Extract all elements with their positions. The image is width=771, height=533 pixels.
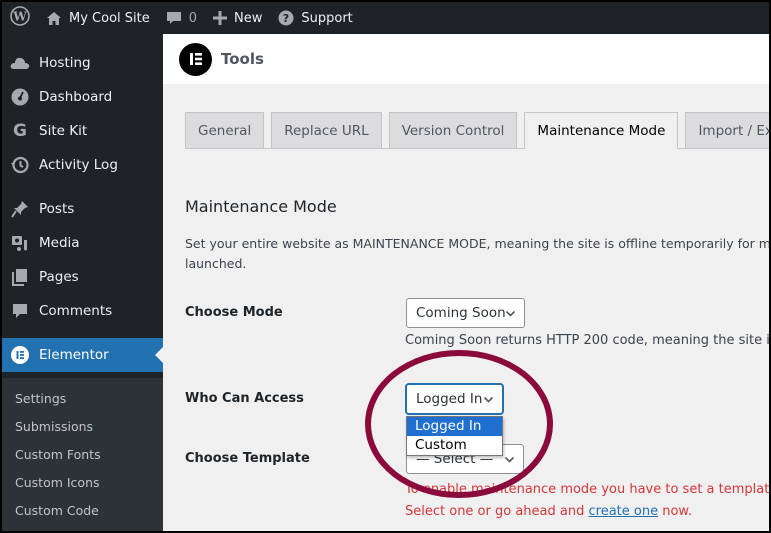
sidebar-item-comments[interactable]: Comments (2, 294, 163, 328)
support-link[interactable]: ? Support (270, 2, 360, 34)
comments-link[interactable]: 0 (158, 2, 205, 34)
sidebar-item-activity-log[interactable]: Activity Log (2, 148, 163, 182)
description-line: launched. (185, 256, 247, 271)
submenu-item-custom-fonts[interactable]: Custom Fonts (2, 440, 163, 468)
error-text: Select one or go ahead and (405, 504, 589, 519)
tab-maintenance-mode[interactable]: Maintenance Mode (524, 112, 679, 149)
wordpress-icon: W (10, 6, 30, 30)
pin-icon (10, 199, 30, 219)
sidebar-item-pages[interactable]: Pages (2, 260, 163, 294)
sidebar-item-elementor[interactable]: Elementor (2, 338, 163, 372)
tab-import-export[interactable]: Import / Export (685, 112, 769, 148)
cloud-icon (10, 53, 30, 73)
sidebar-item-label: Site Kit (39, 123, 88, 139)
section-description: Set your entire website as MAINTENANCE M… (185, 234, 769, 274)
who-can-access-dropdown: Logged In Custom (406, 416, 503, 456)
submenu-item-settings[interactable]: Settings (2, 384, 163, 412)
help-icon: ? (278, 10, 294, 26)
menu-separator (2, 182, 163, 192)
who-can-access-label: Who Can Access (185, 391, 304, 406)
media-icon (10, 233, 30, 253)
sidebar-item-label: Hosting (39, 55, 91, 71)
submenu-item-custom-icons[interactable]: Custom Icons (2, 468, 163, 496)
choose-mode-select[interactable]: Coming Soon (406, 298, 525, 328)
template-error-line2: Select one or go ahead and create one no… (405, 504, 692, 519)
home-icon (46, 11, 62, 26)
page-header: Tools (163, 34, 769, 84)
elementor-submenu: Settings Submissions Custom Fonts Custom… (2, 378, 163, 531)
sidebar-item-media[interactable]: Media (2, 226, 163, 260)
section-title: Maintenance Mode (185, 197, 337, 216)
elementor-logo-icon (179, 42, 212, 76)
chevron-down-icon (483, 393, 494, 409)
svg-text:?: ? (283, 12, 289, 25)
sidebar-item-label: Comments (39, 303, 113, 319)
choose-template-label: Choose Template (185, 451, 310, 466)
comment-icon (10, 301, 30, 321)
tab-replace-url[interactable]: Replace URL (271, 112, 382, 148)
option-custom[interactable]: Custom (407, 436, 502, 455)
sidebar-item-label: Dashboard (39, 89, 113, 105)
submenu-item-custom-code[interactable]: Custom Code (2, 496, 163, 524)
chevron-down-icon (504, 453, 515, 469)
sidebar-item-hosting[interactable]: Hosting (2, 46, 163, 80)
sidebar-item-posts[interactable]: Posts (2, 192, 163, 226)
option-logged-in[interactable]: Logged In (407, 417, 502, 436)
chevron-down-icon (505, 307, 516, 323)
new-content-link[interactable]: New (205, 2, 270, 34)
menu-separator (2, 328, 163, 338)
create-one-link[interactable]: create one (588, 504, 658, 519)
sidebar-item-label: Media (39, 235, 80, 251)
wp-logo-button[interactable]: W (2, 2, 38, 34)
dashboard-icon (10, 87, 30, 107)
tab-general[interactable]: General (185, 112, 265, 148)
who-can-access-value: Logged In (416, 391, 483, 407)
svg-text:W: W (12, 10, 27, 24)
history-icon (10, 155, 30, 175)
who-can-access-select[interactable]: Logged In (406, 384, 503, 414)
comment-icon (166, 10, 182, 26)
pages-icon (10, 267, 30, 287)
plus-icon (213, 11, 228, 25)
choose-mode-value: Coming Soon (416, 305, 506, 321)
browser-frame: W My Cool Site 0 New ? Support Hosting D… (2, 2, 769, 531)
sidebar-item-site-kit[interactable]: G Site Kit (2, 114, 163, 148)
sidebar-item-label: Posts (39, 201, 75, 217)
comments-count: 0 (188, 10, 198, 26)
sidebar-item-label: Pages (39, 269, 79, 285)
google-g-icon: G (13, 121, 27, 141)
new-label: New (234, 10, 263, 26)
admin-bar: W My Cool Site 0 New ? Support (2, 2, 769, 34)
choose-mode-label: Choose Mode (185, 305, 283, 320)
sidebar-item-label: Activity Log (39, 157, 118, 173)
sidebar-item-dashboard[interactable]: Dashboard (2, 80, 163, 114)
choose-mode-help: Coming Soon returns HTTP 200 code, meani… (405, 333, 769, 348)
template-error-line1: To enable maintenance mode you have to s… (405, 482, 769, 497)
support-label: Support (301, 10, 353, 26)
submenu-item-submissions[interactable]: Submissions (2, 412, 163, 440)
admin-sidebar: Hosting Dashboard G Site Kit Activity Lo… (2, 34, 163, 531)
site-name-link[interactable]: My Cool Site (38, 2, 158, 34)
error-text: now. (658, 504, 692, 519)
tools-tabs: General Replace URL Version Control Main… (185, 112, 769, 149)
description-line: Set your entire website as MAINTENANCE M… (185, 236, 769, 251)
elementor-icon (10, 345, 30, 365)
tab-version-control[interactable]: Version Control (388, 112, 518, 148)
site-name: My Cool Site (69, 10, 150, 26)
sidebar-item-label: Elementor (39, 347, 109, 363)
page-title: Tools (221, 50, 264, 68)
